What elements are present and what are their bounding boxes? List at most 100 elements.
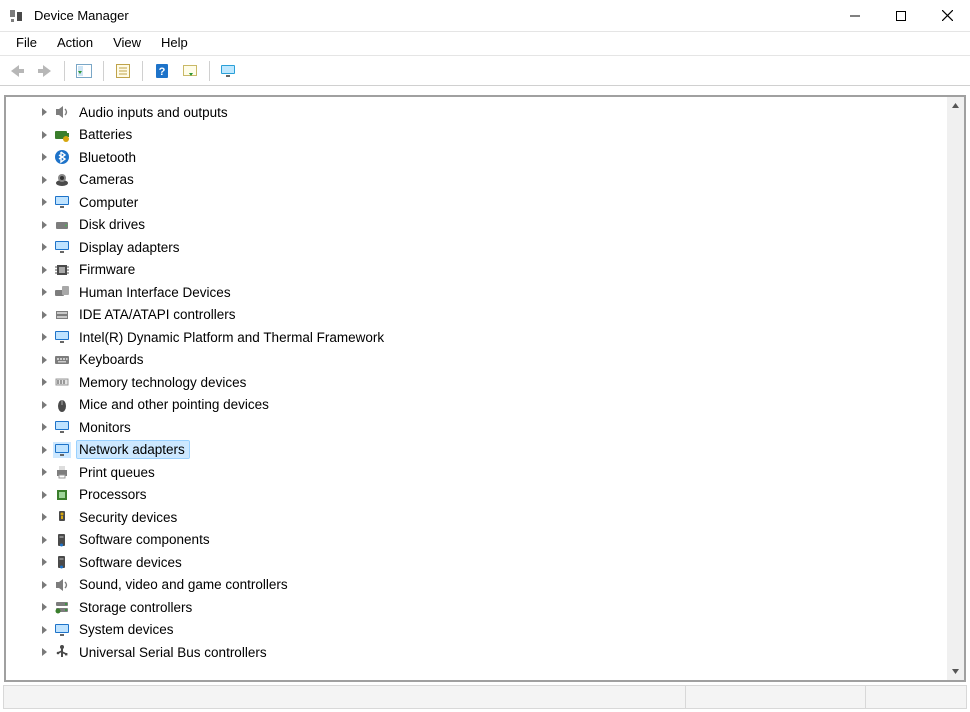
monitor-icon bbox=[53, 419, 71, 435]
tree-item[interactable]: Print queues bbox=[6, 461, 947, 484]
toolbar-console-tree-button[interactable] bbox=[71, 59, 97, 83]
chevron-right-icon[interactable] bbox=[38, 491, 50, 499]
maximize-button[interactable] bbox=[878, 0, 924, 31]
toolbar-properties-button[interactable] bbox=[110, 59, 136, 83]
chevron-right-icon[interactable] bbox=[38, 558, 50, 566]
toolbar-monitor-button[interactable] bbox=[216, 59, 242, 83]
statusbar bbox=[3, 685, 967, 709]
tree-item[interactable]: Mice and other pointing devices bbox=[6, 394, 947, 417]
tree-item[interactable]: Software components bbox=[6, 529, 947, 552]
chevron-right-icon[interactable] bbox=[38, 176, 50, 184]
tree-item-label: Cameras bbox=[79, 172, 134, 187]
chevron-right-icon[interactable] bbox=[38, 131, 50, 139]
chevron-right-icon[interactable] bbox=[38, 536, 50, 544]
vertical-scrollbar[interactable] bbox=[947, 97, 964, 680]
tree-item[interactable]: Memory technology devices bbox=[6, 371, 947, 394]
chevron-right-icon[interactable] bbox=[38, 243, 50, 251]
cpu-icon bbox=[53, 487, 71, 503]
chevron-right-icon[interactable] bbox=[38, 221, 50, 229]
status-cell bbox=[686, 686, 866, 708]
tree-item[interactable]: Disk drives bbox=[6, 214, 947, 237]
toolbar-scan-button[interactable] bbox=[177, 59, 203, 83]
menu-help[interactable]: Help bbox=[151, 32, 198, 55]
tree-item-label: Audio inputs and outputs bbox=[79, 105, 228, 120]
tree-item[interactable]: Computer bbox=[6, 191, 947, 214]
tree-item-label: Monitors bbox=[79, 420, 131, 435]
tree-item-label: Computer bbox=[79, 195, 138, 210]
tree-item[interactable]: Processors bbox=[6, 484, 947, 507]
camera-icon bbox=[53, 172, 71, 188]
toolbar-forward-button[interactable] bbox=[32, 59, 58, 83]
toolbar: ? bbox=[0, 56, 970, 86]
chevron-right-icon[interactable] bbox=[38, 356, 50, 364]
tree-item[interactable]: Bluetooth bbox=[6, 146, 947, 169]
tree-item[interactable]: IDE ATA/ATAPI controllers bbox=[6, 304, 947, 327]
menu-action[interactable]: Action bbox=[47, 32, 103, 55]
chevron-right-icon[interactable] bbox=[38, 266, 50, 274]
window-controls bbox=[832, 0, 970, 31]
sw-icon bbox=[53, 554, 71, 570]
tree-item[interactable]: Firmware bbox=[6, 259, 947, 282]
chevron-right-icon[interactable] bbox=[38, 311, 50, 319]
toolbar-help-button[interactable]: ? bbox=[149, 59, 175, 83]
tree-item-label: Bluetooth bbox=[79, 150, 136, 165]
tree-item-label: Memory technology devices bbox=[79, 375, 246, 390]
tree-item[interactable]: Monitors bbox=[6, 416, 947, 439]
chevron-right-icon[interactable] bbox=[38, 288, 50, 296]
tree-item[interactable]: Sound, video and game controllers bbox=[6, 574, 947, 597]
chevron-right-icon[interactable] bbox=[38, 446, 50, 454]
toolbar-separator bbox=[64, 61, 65, 81]
tree-item-label: Firmware bbox=[79, 262, 135, 277]
chevron-right-icon[interactable] bbox=[38, 401, 50, 409]
tree-item[interactable]: Network adapters bbox=[6, 439, 947, 462]
tree-item[interactable]: Batteries bbox=[6, 124, 947, 147]
monitor-icon bbox=[53, 622, 71, 638]
menu-view[interactable]: View bbox=[103, 32, 151, 55]
tree-item[interactable]: Software devices bbox=[6, 551, 947, 574]
chevron-right-icon[interactable] bbox=[38, 603, 50, 611]
minimize-button[interactable] bbox=[832, 0, 878, 31]
tree-item[interactable]: System devices bbox=[6, 619, 947, 642]
menu-file[interactable]: File bbox=[6, 32, 47, 55]
tree-item-label: Mice and other pointing devices bbox=[79, 397, 269, 412]
usb-icon bbox=[53, 644, 71, 660]
tree-item[interactable]: Display adapters bbox=[6, 236, 947, 259]
sw-icon bbox=[53, 532, 71, 548]
chevron-right-icon[interactable] bbox=[38, 468, 50, 476]
chevron-right-icon[interactable] bbox=[38, 626, 50, 634]
menubar: File Action View Help bbox=[0, 32, 970, 56]
toolbar-separator bbox=[209, 61, 210, 81]
close-button[interactable] bbox=[924, 0, 970, 31]
tree-item-label: Disk drives bbox=[79, 217, 145, 232]
scroll-up-button[interactable] bbox=[947, 97, 964, 114]
tree-item-label: Processors bbox=[79, 487, 147, 502]
tree-item[interactable]: Audio inputs and outputs bbox=[6, 101, 947, 124]
chevron-right-icon[interactable] bbox=[38, 108, 50, 116]
tree-item-label: Storage controllers bbox=[79, 600, 192, 615]
bluetooth-icon bbox=[53, 149, 71, 165]
tree-item[interactable]: Cameras bbox=[6, 169, 947, 192]
chevron-right-icon[interactable] bbox=[38, 153, 50, 161]
chevron-right-icon[interactable] bbox=[38, 333, 50, 341]
chevron-right-icon[interactable] bbox=[38, 198, 50, 206]
device-tree[interactable]: Audio inputs and outputs Batteries Bluetoo… bbox=[6, 97, 947, 680]
tree-item[interactable]: Human Interface Devices bbox=[6, 281, 947, 304]
tree-item[interactable]: Universal Serial Bus controllers bbox=[6, 641, 947, 664]
tree-item[interactable]: Keyboards bbox=[6, 349, 947, 372]
chevron-right-icon[interactable] bbox=[38, 378, 50, 386]
chevron-right-icon[interactable] bbox=[38, 513, 50, 521]
tree-item[interactable]: Intel(R) Dynamic Platform and Thermal Fr… bbox=[6, 326, 947, 349]
chevron-right-icon[interactable] bbox=[38, 581, 50, 589]
chevron-right-icon[interactable] bbox=[38, 648, 50, 656]
battery-icon bbox=[53, 127, 71, 143]
monitor-icon bbox=[53, 329, 71, 345]
scroll-down-button[interactable] bbox=[947, 663, 964, 680]
tree-item-label: Network adapters bbox=[79, 442, 185, 457]
toolbar-back-button[interactable] bbox=[4, 59, 30, 83]
tree-item-label: Sound, video and game controllers bbox=[79, 577, 288, 592]
disk-icon bbox=[53, 217, 71, 233]
chip-icon bbox=[53, 262, 71, 278]
tree-item[interactable]: Security devices bbox=[6, 506, 947, 529]
tree-item[interactable]: Storage controllers bbox=[6, 596, 947, 619]
chevron-right-icon[interactable] bbox=[38, 423, 50, 431]
